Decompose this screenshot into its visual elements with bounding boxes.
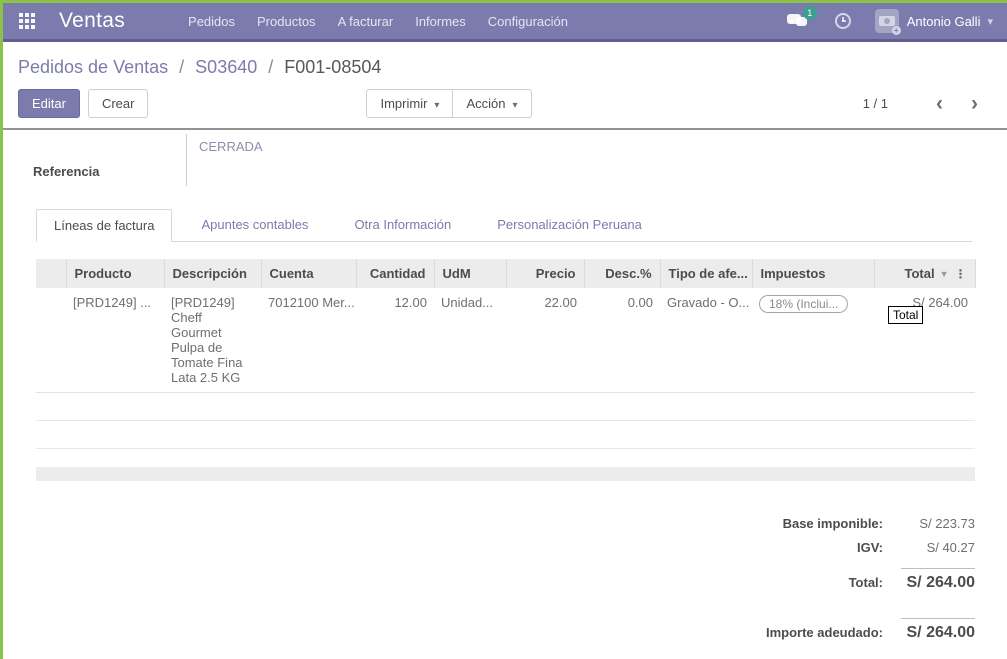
- tab-otra-informacion[interactable]: Otra Información: [337, 209, 468, 242]
- print-action-group: Imprimir ▾ Acción ▾: [366, 89, 531, 118]
- plus-icon: +: [892, 26, 901, 35]
- column-header-cantidad[interactable]: Cantidad: [356, 259, 434, 288]
- importe-adeudado-value: S/ 264.00: [901, 618, 975, 642]
- menu-item-productos[interactable]: Productos: [246, 8, 327, 35]
- cell-total[interactable]: S/ 264.00: [874, 288, 975, 393]
- control-panel: Editar Crear Imprimir ▾ Acción ▾ 1 / 1 ‹ ›: [3, 87, 1007, 128]
- chevron-right-icon[interactable]: ›: [957, 97, 992, 111]
- edit-button[interactable]: Editar: [18, 89, 80, 118]
- action-label: Acción: [466, 96, 505, 111]
- column-header-desc-pct[interactable]: Desc.%: [584, 259, 660, 288]
- apps-grid-icon[interactable]: [19, 13, 35, 29]
- totals-section: Base imponible: S/ 223.73 IGV: S/ 40.27 …: [3, 516, 975, 642]
- breadcrumb-separator: /: [179, 57, 184, 77]
- messages-icon[interactable]: 1: [787, 11, 813, 31]
- drag-handle-cell: [36, 288, 66, 393]
- cell-tipo-afectacion[interactable]: Gravado - O...: [660, 288, 752, 393]
- pager: 1 / 1 ‹ ›: [863, 96, 992, 111]
- breadcrumb: Pedidos de Ventas / S03640 / F001-08504: [3, 42, 1007, 87]
- column-header-producto[interactable]: Producto: [66, 259, 164, 288]
- caret-down-icon: ▾: [434, 100, 439, 111]
- base-imponible-value: S/ 223.73: [901, 516, 975, 531]
- column-header-total[interactable]: Total ▼ ⋮: [874, 259, 975, 288]
- total-label: Total:: [849, 575, 883, 590]
- column-header-descripcion[interactable]: Descripción: [164, 259, 261, 288]
- invoice-lines-table: Producto Descripción Cuenta Cantidad UdM…: [36, 259, 976, 481]
- top-menu: Pedidos Productos A facturar Informes Co…: [177, 8, 579, 35]
- tax-badge[interactable]: 18% (Inclui...: [759, 295, 848, 313]
- empty-row: [36, 421, 975, 449]
- column-header-cuenta[interactable]: Cuenta: [261, 259, 356, 288]
- tab-apuntes-contables[interactable]: Apuntes contables: [184, 209, 325, 242]
- total-header-label: Total: [904, 266, 934, 281]
- importe-adeudado-label: Importe adeudado:: [766, 625, 883, 640]
- igv-label: IGV:: [857, 540, 883, 555]
- column-header-udm[interactable]: UdM: [434, 259, 506, 288]
- breadcrumb-sales-orders[interactable]: Pedidos de Ventas: [18, 57, 168, 77]
- create-button[interactable]: Crear: [88, 89, 149, 118]
- field-divider: [186, 134, 187, 186]
- menu-item-pedidos[interactable]: Pedidos: [177, 8, 246, 35]
- breadcrumb-order[interactable]: S03640: [195, 57, 257, 77]
- form-header: CERRADA Referencia: [3, 130, 1007, 209]
- drag-handle-column: [36, 259, 66, 288]
- tab-lineas-de-factura[interactable]: Líneas de factura: [36, 209, 172, 242]
- app-title[interactable]: Ventas: [59, 9, 125, 33]
- caret-down-icon[interactable]: ▾: [987, 15, 993, 28]
- cell-impuestos[interactable]: 18% (Inclui...: [752, 288, 874, 393]
- menu-item-informes[interactable]: Informes: [404, 8, 477, 35]
- empty-row: [36, 393, 975, 421]
- status-value: CERRADA: [199, 139, 263, 154]
- notebook-tabs: Líneas de factura Apuntes contables Otra…: [36, 209, 972, 242]
- reference-label: Referencia: [33, 164, 99, 179]
- page: { "topbar": { "app_title": "Ventas", "me…: [0, 0, 1007, 659]
- menu-item-a-facturar[interactable]: A facturar: [327, 8, 405, 35]
- tooltip: Total: [888, 306, 923, 324]
- table-header-row: Producto Descripción Cuenta Cantidad UdM…: [36, 259, 975, 288]
- user-menu[interactable]: Antonio Galli: [907, 14, 981, 29]
- cell-descripcion[interactable]: [PRD1249] Cheff Gourmet Pulpa de Tomate …: [164, 288, 261, 393]
- camera-icon: [879, 16, 895, 26]
- top-navbar: Ventas Pedidos Productos A facturar Info…: [3, 3, 1007, 42]
- activities-clock-icon[interactable]: [835, 13, 851, 29]
- column-header-tipo-afectacion[interactable]: Tipo de afe...: [660, 259, 752, 288]
- spacer-row: [36, 449, 975, 467]
- pager-counter: 1 / 1: [863, 96, 888, 111]
- total-row-due: Importe adeudado: S/ 264.00: [3, 618, 975, 642]
- total-row-base: Base imponible: S/ 223.73: [3, 516, 975, 531]
- table-footer-band: [36, 467, 975, 481]
- breadcrumb-separator: /: [268, 57, 273, 77]
- total-row-grand: Total: S/ 264.00: [3, 568, 975, 592]
- cell-udm[interactable]: Unidad...: [434, 288, 506, 393]
- breadcrumb-current-invoice: F001-08504: [284, 57, 381, 77]
- action-dropdown-button[interactable]: Acción ▾: [453, 89, 531, 118]
- sort-desc-icon[interactable]: ▼: [940, 269, 949, 279]
- cell-precio[interactable]: 22.00: [506, 288, 584, 393]
- base-imponible-label: Base imponible:: [783, 516, 883, 531]
- caret-down-icon: ▾: [512, 100, 517, 111]
- total-value: S/ 264.00: [901, 568, 975, 592]
- total-row-igv: IGV: S/ 40.27: [3, 540, 975, 555]
- column-header-precio[interactable]: Precio: [506, 259, 584, 288]
- tab-personalizacion-peruana[interactable]: Personalización Peruana: [480, 209, 659, 242]
- chevron-left-icon[interactable]: ‹: [922, 97, 957, 111]
- messages-count-badge: 1: [803, 6, 817, 20]
- cell-producto[interactable]: [PRD1249] ...: [66, 288, 164, 393]
- invoice-line-row[interactable]: [PRD1249] ... [PRD1249] Cheff Gourmet Pu…: [36, 288, 975, 393]
- igv-value: S/ 40.27: [901, 540, 975, 555]
- user-avatar[interactable]: +: [875, 9, 899, 33]
- cell-cuenta[interactable]: 7012100 Mer...: [261, 288, 356, 393]
- cell-cantidad[interactable]: 12.00: [356, 288, 434, 393]
- column-header-impuestos[interactable]: Impuestos: [752, 259, 874, 288]
- print-dropdown-button[interactable]: Imprimir ▾: [366, 89, 453, 118]
- menu-item-configuracion[interactable]: Configuración: [477, 8, 579, 35]
- cell-desc-pct[interactable]: 0.00: [584, 288, 660, 393]
- column-options-icon[interactable]: ⋮: [955, 267, 967, 281]
- print-label: Imprimir: [380, 96, 427, 111]
- topbar-right: 1 + Antonio Galli ▾: [787, 9, 997, 33]
